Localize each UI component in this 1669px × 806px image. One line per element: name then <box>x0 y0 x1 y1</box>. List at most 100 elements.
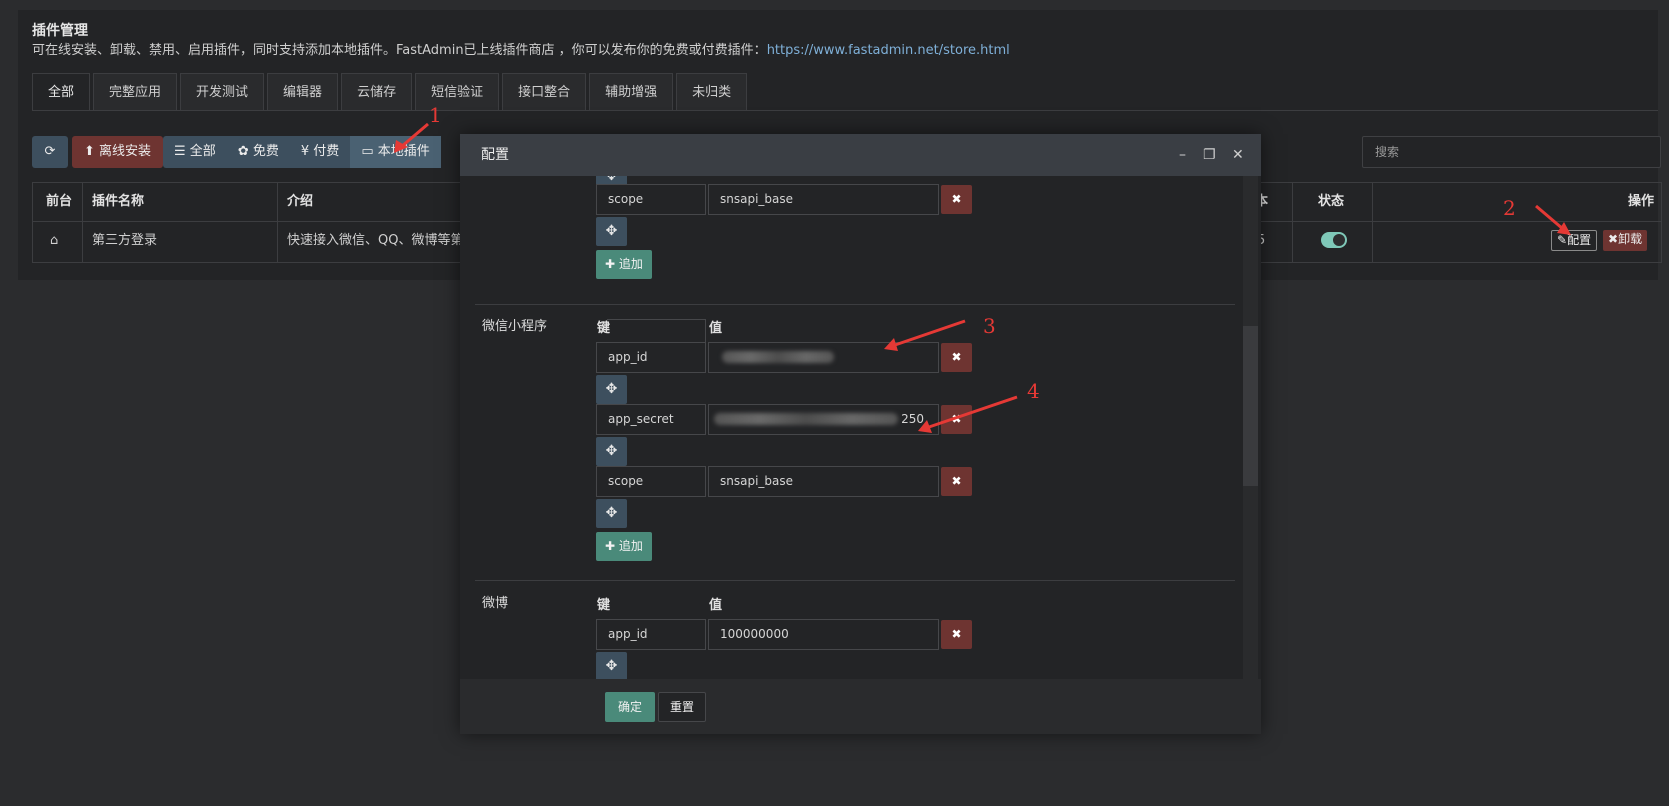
plugin-name: 第三方登录 <box>92 233 158 248</box>
tab-full-app[interactable]: 完整应用 <box>93 73 178 111</box>
filter-paid-button[interactable]: ¥ 付费 <box>290 136 350 168</box>
remove-row-button[interactable]: ✖ <box>941 467 972 496</box>
value-input-weibo-app-id[interactable]: 100000000 <box>708 619 939 650</box>
key-input-scope[interactable]: scope <box>596 466 706 497</box>
annotation-number-4: 4 <box>1027 379 1040 403</box>
value-input-scope[interactable]: snsapi_base <box>708 466 939 497</box>
section-title-weibo: 微博 <box>482 596 509 611</box>
home-icon[interactable]: ⌂ <box>50 221 58 261</box>
store-link[interactable]: https://www.fastadmin.net/store.html <box>767 43 1010 58</box>
move-handle[interactable]: ✥ <box>596 499 627 528</box>
plugin-intro: 快速接入微信、QQ、微博等第 <box>287 233 464 248</box>
tab-dev-test[interactable]: 开发测试 <box>180 73 265 111</box>
col-divider <box>1292 182 1293 263</box>
move-handle[interactable]: ✥ <box>596 375 627 404</box>
move-handle[interactable]: ✥ <box>596 217 627 246</box>
tab-enhance[interactable]: 辅助增强 <box>589 73 674 111</box>
key-input-app-id[interactable]: app_id <box>596 342 706 373</box>
key-input-app-secret[interactable]: app_secret <box>596 404 706 435</box>
key-input[interactable]: scope <box>596 184 706 215</box>
refresh-button[interactable]: ⟳ <box>32 136 68 168</box>
plus-icon: ✚ <box>605 539 616 553</box>
minimize-icon[interactable]: – <box>1179 134 1186 176</box>
move-icon: ✥ <box>605 381 618 397</box>
move-handle[interactable]: ✥ <box>596 652 627 679</box>
tab-editor[interactable]: 编辑器 <box>267 73 339 111</box>
laptop-icon: ▭ <box>361 144 374 159</box>
status-toggle[interactable] <box>1321 232 1347 248</box>
close-icon: ✖ <box>1608 232 1619 246</box>
key-column-label: 键 <box>597 321 611 336</box>
uninstall-button[interactable]: ✖卸载 <box>1603 230 1648 251</box>
key-input-weibo-app-id[interactable]: app_id <box>596 619 706 650</box>
col-divider <box>277 182 278 263</box>
tab-sms[interactable]: 短信验证 <box>415 73 500 111</box>
upload-icon: ⬆ <box>84 144 95 159</box>
close-icon[interactable]: ✕ <box>1232 134 1244 176</box>
confirm-button[interactable]: 确定 <box>605 692 656 722</box>
refresh-icon: ⟳ <box>44 144 56 159</box>
append-button[interactable]: ✚ 追加 <box>596 250 652 279</box>
move-icon: ✥ <box>605 176 618 184</box>
redacted-value <box>714 413 898 425</box>
header-actions: 操作 <box>1628 194 1655 209</box>
category-tabs: 全部 完整应用 开发测试 编辑器 云储存 短信验证 接口整合 辅助增强 未归类 <box>32 73 750 111</box>
key-column-label: 键 <box>597 598 611 613</box>
tab-uncategorized[interactable]: 未归类 <box>676 73 748 111</box>
close-icon: ✖ <box>951 350 962 364</box>
pencil-icon: ✎ <box>1557 233 1568 247</box>
move-icon: ✥ <box>605 223 618 239</box>
close-icon: ✖ <box>951 192 962 206</box>
close-icon: ✖ <box>951 474 962 488</box>
redacted-value <box>722 351 834 363</box>
value-input[interactable]: snsapi_base <box>708 184 939 215</box>
modal-footer: 确定 重置 <box>460 679 1261 734</box>
section-title-miniprogram: 微信小程序 <box>482 319 548 334</box>
filter-all-button[interactable]: ☰ 全部 <box>163 136 227 168</box>
filter-free-button[interactable]: ✿ 免费 <box>227 136 290 168</box>
gift-icon: ✿ <box>237 144 249 159</box>
remove-row-button[interactable]: ✖ <box>941 343 972 372</box>
header-plugin-name: 插件名称 <box>92 194 145 209</box>
header-intro: 介绍 <box>287 194 314 209</box>
modal-scrollbar-thumb[interactable] <box>1243 326 1258 486</box>
page-description: 可在线安装、卸载、禁用、启用插件，同时支持添加本地插件。FastAdmin已上线… <box>32 43 1010 58</box>
maximize-icon[interactable]: ❐ <box>1203 134 1216 176</box>
move-icon: ✥ <box>605 505 618 521</box>
annotation-number-2: 2 <box>1503 196 1516 220</box>
filter-button-group: ☰ 全部 ✿ 免费 ¥ 付费 ▭ 本地插件 <box>163 136 441 168</box>
filter-local-button[interactable]: ▭ 本地插件 <box>350 136 441 168</box>
header-frontend: 前台 <box>46 194 73 209</box>
col-divider <box>82 182 83 263</box>
tab-all[interactable]: 全部 <box>32 73 91 111</box>
move-handle[interactable]: ✥ <box>596 437 627 466</box>
remove-row-button[interactable]: ✖ <box>941 185 972 214</box>
annotation-number-3: 3 <box>983 314 996 338</box>
modal-content: ✥ scope snsapi_base ✖ ✥ ✚ 追加 微信小程序 键 值 a… <box>460 176 1261 679</box>
tab-cloud-storage[interactable]: 云储存 <box>341 73 413 111</box>
move-icon: ✥ <box>605 658 618 674</box>
header-status: 状态 <box>1318 194 1345 209</box>
annotation-number-1: 1 <box>429 103 442 127</box>
modal-header: 配置 – ❐ ✕ <box>460 134 1261 176</box>
plus-icon: ✚ <box>605 257 616 271</box>
offline-install-button[interactable]: ⬆ 离线安装 <box>72 136 164 168</box>
reset-button[interactable]: 重置 <box>658 692 707 722</box>
close-icon: ✖ <box>951 412 962 426</box>
yen-icon: ¥ <box>300 144 310 159</box>
section-divider <box>475 304 1235 305</box>
tabs-divider <box>32 110 1658 111</box>
move-icon: ✥ <box>605 443 618 459</box>
page-title: 插件管理 <box>32 23 88 39</box>
close-icon: ✖ <box>951 627 962 641</box>
value-column-label: 值 <box>709 598 723 613</box>
remove-row-button[interactable]: ✖ <box>941 620 972 649</box>
remove-row-button[interactable]: ✖ <box>941 405 972 434</box>
search-input[interactable]: 搜索 <box>1362 136 1661 168</box>
config-button[interactable]: ✎配置 <box>1551 230 1598 251</box>
list-icon: ☰ <box>174 144 186 159</box>
tab-api[interactable]: 接口整合 <box>502 73 587 111</box>
append-button[interactable]: ✚ 追加 <box>596 532 652 561</box>
col-divider <box>1372 182 1373 263</box>
modal-title: 配置 <box>481 147 509 163</box>
